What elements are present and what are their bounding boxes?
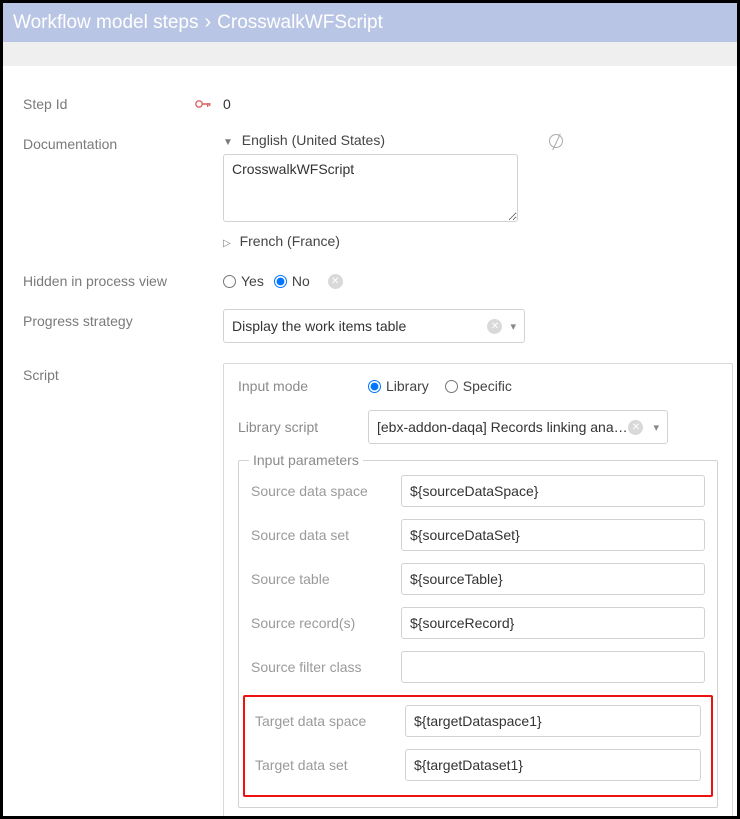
label-progress: Progress strategy: [23, 309, 195, 329]
collapse-icon[interactable]: ▼: [223, 137, 233, 148]
highlighted-target-box: Target data space Target data set: [243, 695, 713, 797]
hidden-no-radio[interactable]: No: [274, 273, 310, 289]
label-documentation: Documentation: [23, 132, 195, 152]
clear-icon[interactable]: ✕: [628, 420, 643, 435]
output-params-legend: Output parameters: [249, 814, 374, 816]
script-panel: Input mode Library Specific Library scri…: [223, 363, 733, 816]
breadcrumb-parent[interactable]: Workflow model steps: [13, 12, 199, 34]
toolbar-strip: [3, 42, 737, 66]
target-data-space-input[interactable]: [405, 705, 701, 737]
breadcrumb-current: CrosswalkWFScript: [217, 12, 383, 34]
label-hidden: Hidden in process view: [23, 269, 195, 289]
library-script-select[interactable]: [ebx-addon-daqa] Records linking analysi…: [368, 410, 668, 444]
null-icon[interactable]: [549, 134, 563, 148]
source-filter-input[interactable]: [401, 651, 705, 683]
label-input-mode: Input mode: [238, 378, 368, 394]
step-id-value: 0: [223, 92, 717, 112]
input-mode-specific-radio[interactable]: Specific: [445, 378, 512, 394]
source-table-input[interactable]: [401, 563, 705, 595]
clear-icon[interactable]: ✕: [328, 274, 343, 289]
target-data-set-input[interactable]: [405, 749, 701, 781]
label-source-filter: Source filter class: [251, 659, 401, 675]
label-source-data-set: Source data set: [251, 527, 401, 543]
label-target-data-set: Target data set: [255, 757, 405, 773]
breadcrumb: Workflow model steps › CrosswalkWFScript: [3, 3, 737, 42]
documentation-en-input[interactable]: [223, 154, 518, 222]
chevron-down-icon: ▾: [653, 421, 659, 434]
label-source-records: Source record(s): [251, 615, 401, 631]
chevron-right-icon: ›: [205, 11, 212, 34]
hidden-yes-radio[interactable]: Yes: [223, 273, 264, 289]
label-step-id: Step Id: [23, 92, 195, 112]
input-mode-library-radio[interactable]: Library: [368, 378, 429, 394]
label-script: Script: [23, 363, 195, 383]
lang-french-label: French (France): [240, 233, 340, 249]
input-parameters-fieldset: Input parameters Source data space Sourc…: [238, 460, 718, 808]
label-source-table: Source table: [251, 571, 401, 587]
key-icon: [195, 96, 211, 106]
progress-strategy-select[interactable]: Display the work items table ✕ ▾: [223, 309, 525, 343]
source-data-space-input[interactable]: [401, 475, 705, 507]
source-records-input[interactable]: [401, 607, 705, 639]
label-target-data-space: Target data space: [255, 713, 405, 729]
label-source-data-space: Source data space: [251, 483, 401, 499]
chevron-down-icon: ▾: [510, 320, 516, 333]
input-params-legend: Input parameters: [249, 452, 363, 468]
expand-icon[interactable]: ▷: [223, 238, 231, 249]
lang-english-label: English (United States): [242, 132, 385, 148]
clear-icon[interactable]: ✕: [487, 319, 502, 334]
source-data-set-input[interactable]: [401, 519, 705, 551]
label-library-script: Library script: [238, 419, 368, 435]
